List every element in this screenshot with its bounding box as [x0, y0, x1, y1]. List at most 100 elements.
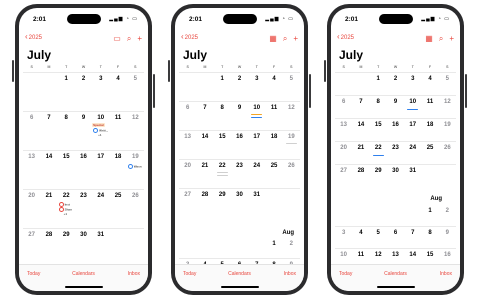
day-cell[interactable]: 16 [231, 131, 248, 159]
today-button[interactable]: Today [27, 271, 40, 277]
day-cell[interactable]: 30 [231, 189, 248, 230]
day-cell[interactable]: 9 [75, 112, 92, 150]
day-cell[interactable]: 3 [92, 73, 109, 111]
day-cell[interactable]: 25 [265, 160, 282, 188]
event-special[interactable]: Special [92, 123, 105, 127]
event-bar[interactable] [216, 172, 228, 173]
day-cell[interactable]: 14 [352, 119, 369, 141]
day-cell-10[interactable]: 10 Special Writi... +1 [92, 112, 109, 150]
day-cell-19[interactable]: 19 Wasn [127, 151, 144, 189]
day-cell[interactable]: 5 [127, 73, 144, 111]
day-cell[interactable]: 9 [387, 96, 404, 118]
day-cell[interactable]: 12 [127, 112, 144, 150]
day-cell[interactable]: 27 [179, 189, 196, 230]
day-cell[interactable]: 21 [352, 142, 369, 164]
day-cell[interactable]: 29 [58, 229, 75, 266]
day-cell[interactable]: 30 [387, 165, 404, 204]
search-icon[interactable]: ⌕ [127, 34, 131, 44]
day-cell[interactable]: 21 [40, 190, 57, 228]
inbox-button[interactable]: Inbox [284, 271, 296, 277]
day-cell[interactable]: 6 [335, 96, 352, 118]
grid-view-icon[interactable]: ▦ [425, 34, 433, 43]
day-cell[interactable]: 23 [231, 160, 248, 188]
day-cell[interactable]: 2 [231, 73, 248, 101]
day-cell[interactable]: 19 [439, 119, 456, 141]
add-icon[interactable]: + [449, 34, 454, 43]
day-cell[interactable]: 20 [335, 142, 352, 164]
day-cell-22[interactable]: 22 [214, 160, 231, 188]
day-cell[interactable]: 9 [439, 227, 456, 248]
day-cell[interactable]: 8 [370, 96, 387, 118]
day-cell[interactable]: 1 [214, 73, 231, 101]
day-cell[interactable]: 11 [421, 96, 438, 118]
list-view-icon[interactable]: ▭ [113, 34, 121, 43]
day-cell[interactable]: 24 [248, 160, 265, 188]
day-cell[interactable] [335, 73, 352, 95]
day-cell[interactable]: 27 [23, 229, 40, 266]
day-cell[interactable]: 7 [352, 96, 369, 118]
day-cell[interactable]: 11 [109, 112, 126, 150]
today-button[interactable]: Today [183, 271, 196, 277]
day-cell[interactable] [352, 73, 369, 95]
day-cell-22[interactable]: 22 Inst Shan +1 [58, 190, 75, 228]
day-cell[interactable]: 31 [92, 229, 109, 266]
day-cell[interactable]: 28 [196, 189, 213, 230]
day-cell[interactable]: 31 [404, 165, 421, 204]
day-cell[interactable]: 31 [248, 189, 265, 230]
day-cell[interactable]: 14 [40, 151, 57, 189]
day-cell[interactable]: 26 [127, 190, 144, 228]
day-cell[interactable]: 29 [370, 165, 387, 204]
day-cell[interactable]: 16 [387, 119, 404, 141]
day-cell[interactable]: 4 [421, 73, 438, 95]
day-cell[interactable]: 29 [214, 189, 231, 230]
back-button[interactable]: ‹2025 [181, 33, 198, 42]
day-cell[interactable]: 8 [421, 227, 438, 248]
day-cell[interactable]: 6 [23, 112, 40, 150]
day-cell[interactable] [109, 229, 126, 266]
day-cell[interactable]: 1 [370, 73, 387, 95]
day-cell[interactable]: 23 [75, 190, 92, 228]
day-cell[interactable]: 17 [92, 151, 109, 189]
event-wasn[interactable]: Wasn [127, 164, 142, 169]
day-cell[interactable]: 13 [179, 131, 196, 159]
day-cell[interactable]: 7 [196, 102, 213, 130]
add-icon[interactable]: + [137, 34, 142, 43]
day-cell[interactable]: 7 [404, 227, 421, 248]
day-cell[interactable]: 20 [179, 160, 196, 188]
day-cell[interactable]: 5 [283, 73, 300, 101]
day-cell[interactable]: 26 [439, 142, 456, 164]
day-cell[interactable]: 23 [387, 142, 404, 164]
day-cell[interactable]: 2 [387, 73, 404, 95]
event-bar[interactable] [285, 143, 297, 144]
day-cell[interactable]: 18 [265, 131, 282, 159]
event-more[interactable]: +1 [98, 133, 101, 137]
day-cell[interactable] [40, 73, 57, 111]
day-cell[interactable] [127, 229, 144, 266]
day-cell[interactable]: 20 [23, 190, 40, 228]
day-cell[interactable]: 13 [335, 119, 352, 141]
day-cell[interactable]: 27 [335, 165, 352, 204]
day-cell[interactable]: 1 [58, 73, 75, 111]
day-cell[interactable]: 18 [109, 151, 126, 189]
add-icon[interactable]: + [293, 34, 298, 43]
day-cell[interactable]: 18 [421, 119, 438, 141]
calendars-button[interactable]: Calendars [228, 271, 251, 277]
day-cell[interactable] [179, 73, 196, 101]
day-cell[interactable]: 13 [23, 151, 40, 189]
event-more[interactable]: +1 [64, 212, 67, 216]
day-cell[interactable]: 2 [283, 230, 300, 258]
day-cell[interactable]: 12 [439, 96, 456, 118]
day-cell[interactable]: 1 [421, 204, 438, 226]
day-cell[interactable]: 8 [58, 112, 75, 150]
day-cell[interactable] [196, 73, 213, 101]
day-cell[interactable]: 26 [283, 160, 300, 188]
day-cell[interactable]: 14 [196, 131, 213, 159]
event-bar[interactable] [251, 117, 263, 118]
day-cell[interactable]: 5 [439, 73, 456, 95]
day-cell[interactable]: 6 [179, 102, 196, 130]
inbox-button[interactable]: Inbox [128, 271, 140, 277]
day-cell[interactable]: 11 [265, 102, 282, 130]
day-cell[interactable]: 3 [335, 227, 352, 248]
day-cell[interactable]: 1 [265, 230, 282, 258]
day-cell[interactable]: 28 [40, 229, 57, 266]
